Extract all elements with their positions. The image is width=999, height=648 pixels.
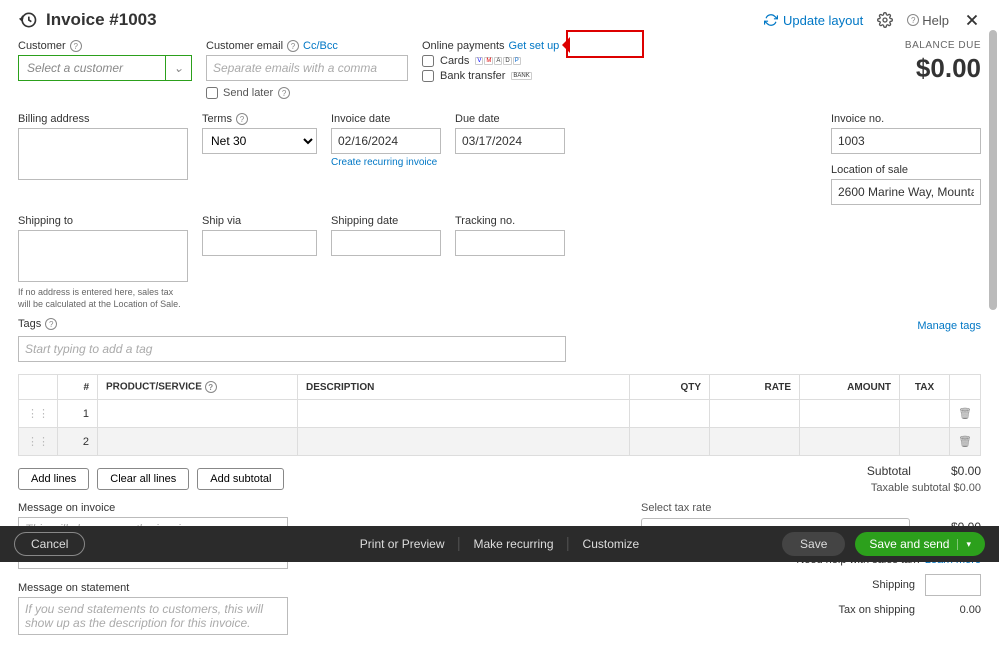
col-num: # [58,375,98,400]
invoice-date-label: Invoice date [331,113,441,125]
shipping-amount-input[interactable] [925,574,981,596]
balance-due-amount: $0.00 [905,53,981,84]
delete-row-button[interactable]: 🗑 [950,400,981,428]
shipping-note: If no address is entered here, sales tax… [18,287,188,310]
ccbcc-link[interactable]: Cc/Bcc [303,40,338,52]
save-and-send-button[interactable]: Save and send▾ [855,532,985,556]
invoice-no-label: Invoice no. [831,113,981,125]
question-icon: ? [907,14,919,26]
question-icon: ? [205,381,217,393]
question-icon: ? [278,87,290,99]
question-icon: ? [287,40,299,52]
header-bar: Invoice #1003 Update layout ? Help [0,0,999,36]
message-invoice-label: Message on invoice [18,502,288,514]
send-later-label: Send later [223,87,273,99]
message-statement-label: Message on statement [18,582,288,594]
col-description: DESCRIPTION [298,375,630,400]
location-label: Location of sale [831,164,981,176]
subtotal-amount: $0.00 [951,464,981,478]
shipping-label: Shipping [872,579,915,591]
get-set-up-link[interactable]: Get set up [509,40,560,52]
ship-via-label: Ship via [202,215,317,227]
taxable-subtotal: Taxable subtotal $0.00 [867,482,981,494]
question-icon: ? [70,40,82,52]
table-row[interactable]: ⋮⋮2🗑 [19,428,981,456]
bank-label: Bank transfer [440,70,505,82]
clear-lines-button[interactable]: Clear all lines [97,468,189,490]
delete-row-button[interactable]: 🗑 [950,428,981,456]
print-preview-button[interactable]: Print or Preview [346,537,460,551]
invoice-date-input[interactable] [331,128,441,154]
manage-tags-link[interactable]: Manage tags [917,320,981,332]
add-lines-button[interactable]: Add lines [18,468,89,490]
close-button[interactable] [963,11,981,29]
tags-input[interactable] [18,336,566,362]
subtotal-label: Subtotal [867,464,911,478]
refresh-icon [764,13,778,27]
scrollbar[interactable] [989,30,997,310]
tracking-no-label: Tracking no. [455,215,565,227]
email-input[interactable] [206,55,408,81]
question-icon: ? [236,113,248,125]
footer-bar: Cancel Print or Preview Make recurring C… [0,526,999,562]
settings-button[interactable] [877,12,893,28]
drag-handle-icon[interactable]: ⋮⋮ [19,428,58,456]
shipping-to-label: Shipping to [18,215,188,227]
close-icon [963,11,981,29]
invoice-no-input[interactable] [831,128,981,154]
drag-handle-icon[interactable]: ⋮⋮ [19,400,58,428]
billing-address-input[interactable] [18,128,188,180]
billing-label: Billing address [18,113,188,125]
cancel-button[interactable]: Cancel [14,532,85,556]
ship-via-input[interactable] [202,230,317,256]
customer-label: Customer? [18,40,192,52]
history-icon [18,10,38,30]
email-label: Customer email?Cc/Bcc [206,40,408,52]
location-input[interactable] [831,179,981,205]
send-later-checkbox[interactable] [206,87,218,99]
gear-icon [877,12,893,28]
page-title: Invoice #1003 [18,10,157,30]
tax-on-shipping-amount: 0.00 [925,604,981,616]
payments-label: Online payments Get set up [422,40,642,52]
create-recurring-link[interactable]: Create recurring invoice [331,157,441,168]
bank-icon: BANK [511,72,531,80]
shipping-to-input[interactable] [18,230,188,282]
chevron-down-icon: ⌄ [165,56,191,80]
message-statement-input[interactable] [18,597,288,635]
shipping-date-label: Shipping date [331,215,441,227]
add-subtotal-button[interactable]: Add subtotal [197,468,284,490]
col-product: PRODUCT/SERVICE ? [98,375,298,400]
help-button[interactable]: ? Help [907,13,949,28]
select-tax-label: Select tax rate [641,502,981,514]
col-tax: TAX [900,375,950,400]
tax-on-shipping-label: Tax on shipping [839,604,915,616]
question-icon: ? [45,318,57,330]
card-icons: VMADP [475,57,520,65]
update-layout-link[interactable]: Update layout [764,13,863,28]
bank-transfer-checkbox[interactable] [422,70,434,82]
col-rate: RATE [710,375,800,400]
table-row[interactable]: ⋮⋮1🗑 [19,400,981,428]
customize-button[interactable]: Customize [569,537,654,551]
due-date-input[interactable] [455,128,565,154]
cards-label: Cards [440,55,469,67]
col-amount: AMOUNT [800,375,900,400]
terms-select[interactable]: Net 30 [202,128,317,154]
terms-label: Terms? [202,113,317,125]
customer-select[interactable]: Select a customer ⌄ [18,55,192,81]
due-date-label: Due date [455,113,565,125]
make-recurring-button[interactable]: Make recurring [459,537,568,551]
chevron-down-icon: ▾ [957,539,971,550]
tracking-no-input[interactable] [455,230,565,256]
tags-label: Tags? [18,318,57,330]
cards-checkbox[interactable] [422,55,434,67]
save-button[interactable]: Save [782,532,845,556]
line-items-table: # PRODUCT/SERVICE ? DESCRIPTION QTY RATE… [18,374,981,456]
balance-due-label: BALANCE DUE [905,40,981,51]
shipping-date-input[interactable] [331,230,441,256]
col-qty: QTY [630,375,710,400]
